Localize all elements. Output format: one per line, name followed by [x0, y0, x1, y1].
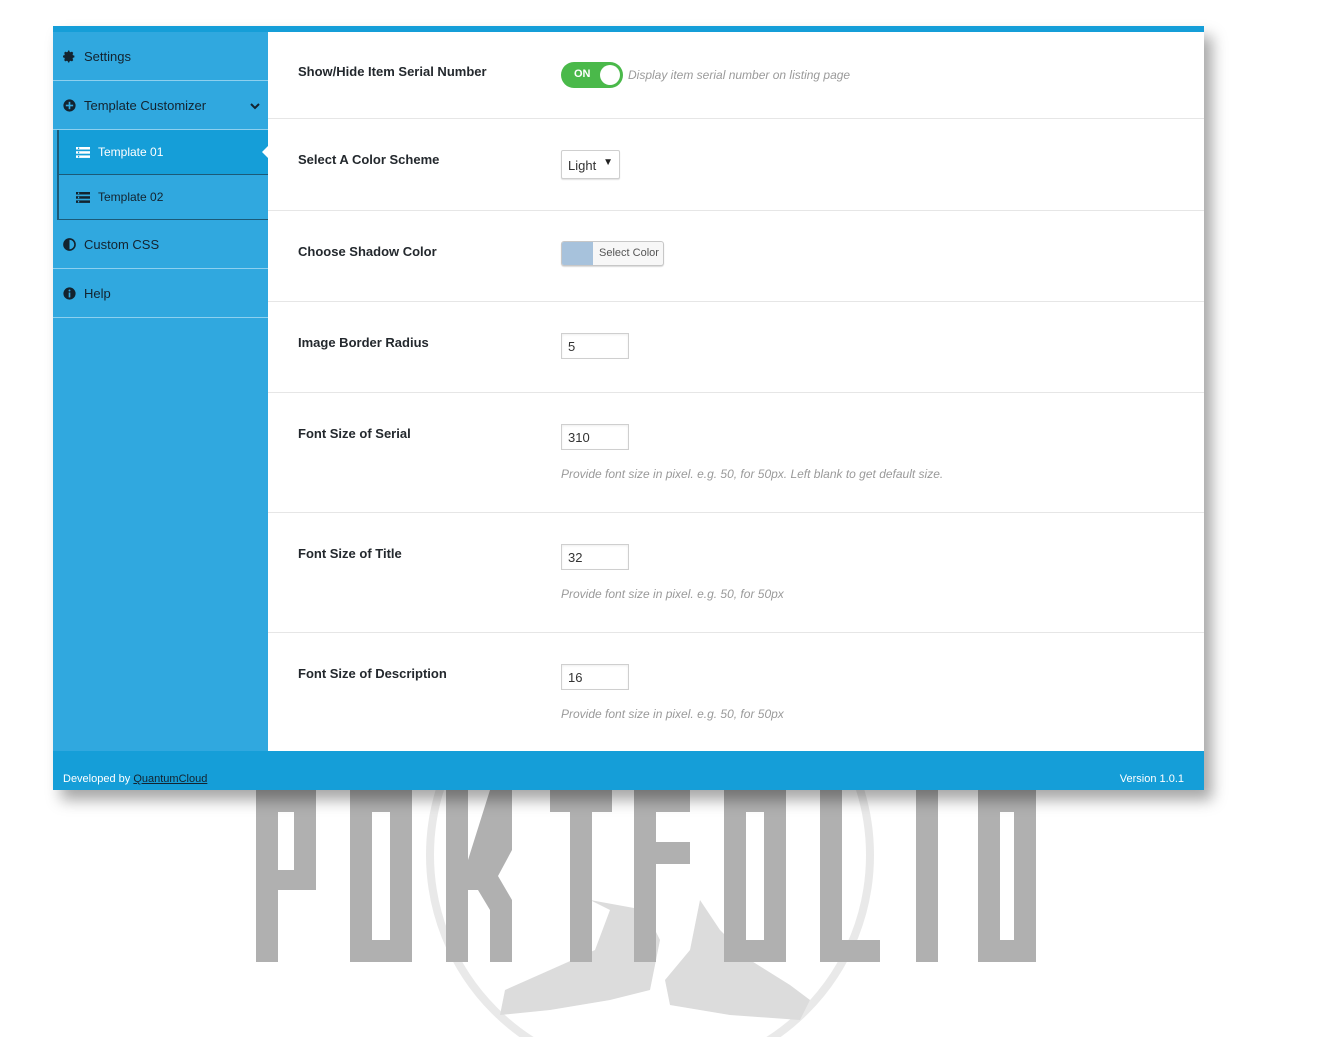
- chevron-down-icon: [250, 98, 260, 113]
- setting-label: Choose Shadow Color: [298, 244, 437, 259]
- setting-row-serial-size: Font Size of Serial Provide font size in…: [268, 393, 1204, 513]
- setting-label: Show/Hide Item Serial Number: [298, 64, 487, 79]
- sidebar-item-label: Help: [84, 285, 111, 301]
- sidebar: Settings Template Customizer Template 01…: [53, 32, 268, 751]
- color-scheme-select[interactable]: Light ▼: [561, 150, 620, 179]
- sidebar-item-template-customizer[interactable]: Template Customizer: [53, 81, 268, 130]
- setting-label: Font Size of Title: [298, 546, 402, 561]
- setting-description: Display item serial number on listing pa…: [628, 68, 851, 82]
- setting-description: Provide font size in pixel. e.g. 50, for…: [561, 587, 784, 601]
- sidebar-subitem-label: Template 02: [98, 190, 164, 204]
- setting-row-description-size: Font Size of Description Provide font si…: [268, 633, 1204, 751]
- info-icon: [62, 286, 76, 300]
- sidebar-subitem-label: Template 01: [98, 145, 164, 159]
- setting-row-border-radius: Image Border Radius: [268, 302, 1204, 393]
- serial-font-size-input[interactable]: [561, 424, 629, 450]
- list-icon: [76, 146, 90, 158]
- version-label: Version 1.0.1: [1119, 773, 1184, 785]
- sidebar-item-label: Custom CSS: [84, 236, 160, 252]
- plus-circle-icon: [62, 98, 76, 112]
- setting-label: Image Border Radius: [298, 335, 429, 350]
- sidebar-subitem-template-01[interactable]: Template 01: [57, 130, 268, 175]
- setting-description: Provide font size in pixel. e.g. 50, for…: [561, 467, 944, 481]
- sidebar-item-settings[interactable]: Settings: [53, 32, 268, 81]
- toggle-knob: [600, 65, 620, 85]
- quantumcloud-link[interactable]: QuantumCloud: [133, 773, 207, 785]
- sidebar-item-label: Template Customizer: [84, 97, 207, 113]
- serial-toggle[interactable]: ON: [561, 62, 623, 88]
- sidebar-item-custom-css[interactable]: Custom CSS: [53, 220, 268, 269]
- border-radius-input[interactable]: [561, 333, 629, 359]
- setting-label: Font Size of Serial: [298, 426, 411, 441]
- setting-row-shadow-color: Choose Shadow Color Select Color: [268, 211, 1204, 302]
- contrast-icon: [62, 237, 76, 251]
- setting-label: Select A Color Scheme: [298, 152, 440, 167]
- setting-description: Provide font size in pixel. e.g. 50, for…: [561, 707, 784, 721]
- portfolio-watermark: [256, 790, 1036, 1037]
- dropdown-arrow-icon: ▼: [603, 157, 613, 168]
- select-color-button[interactable]: Select Color: [561, 241, 664, 266]
- settings-panel: Settings Template Customizer Template 01…: [53, 26, 1204, 790]
- sidebar-item-help[interactable]: Help: [53, 269, 268, 318]
- sidebar-subitem-template-02[interactable]: Template 02: [57, 175, 268, 220]
- footer-credit: Developed by QuantumCloud: [63, 773, 208, 785]
- setting-row-color-scheme: Select A Color Scheme Light ▼: [268, 119, 1204, 211]
- setting-row-title-size: Font Size of Title Provide font size in …: [268, 513, 1204, 633]
- setting-label: Font Size of Description: [298, 666, 447, 681]
- description-font-size-input[interactable]: [561, 664, 629, 690]
- gear-icon: [62, 49, 76, 63]
- setting-row-serial: Show/Hide Item Serial Number ON Display …: [268, 32, 1204, 119]
- color-swatch: [562, 242, 593, 265]
- footer: Developed by QuantumCloud Version 1.0.1: [53, 751, 1204, 790]
- title-font-size-input[interactable]: [561, 544, 629, 570]
- settings-content: Show/Hide Item Serial Number ON Display …: [268, 32, 1204, 751]
- sidebar-item-label: Settings: [84, 48, 131, 64]
- list-icon: [76, 191, 90, 203]
